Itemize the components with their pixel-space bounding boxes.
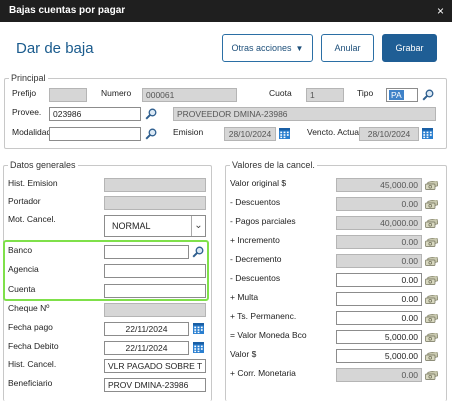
money-icon[interactable] xyxy=(425,352,438,361)
valores-row-field[interactable]: 5,000.00 xyxy=(336,349,422,363)
vencto-field[interactable]: 28/10/2024 xyxy=(359,127,419,141)
emision-field[interactable]: 28/10/2024 xyxy=(224,127,276,141)
cheque-field[interactable] xyxy=(104,303,206,317)
fecha-pago-label: Fecha pago xyxy=(8,322,53,332)
valores-row-label: - Descuentos xyxy=(230,197,281,207)
mot-cancel-select[interactable]: NORMAL ⌄ xyxy=(104,215,206,237)
caret-down-icon: ▼ xyxy=(295,44,304,53)
banco-search-icon[interactable] xyxy=(192,246,204,258)
cuenta-label: Cuenta xyxy=(8,284,36,294)
valores-row-label: + Multa xyxy=(230,292,259,302)
portador-label: Portador xyxy=(8,196,41,206)
beneficiario-label: Beneficiario xyxy=(8,378,53,388)
hist-emision-label: Hist. Emision xyxy=(8,178,58,188)
valores-row-field[interactable]: 40,000.00 xyxy=(336,216,422,230)
tipo-value: PA xyxy=(389,90,404,100)
money-icon[interactable] xyxy=(425,314,438,323)
otras-acciones-button[interactable]: Otras acciones ▼ xyxy=(222,34,313,62)
portador-field[interactable] xyxy=(104,196,206,210)
fecha-debito-calendar-icon[interactable] xyxy=(193,342,204,353)
valores-row-field[interactable]: 0.00 xyxy=(336,368,422,382)
banco-field[interactable] xyxy=(104,245,189,259)
money-icon[interactable] xyxy=(425,200,438,209)
datos-generales-legend: Datos generales xyxy=(8,160,78,170)
money-icon[interactable] xyxy=(425,257,438,266)
money-icon[interactable] xyxy=(425,219,438,228)
modalidad-label: Modalidad xyxy=(12,127,52,137)
hist-cancel-label: Hist. Cancel. xyxy=(8,359,57,369)
money-icon[interactable] xyxy=(425,238,438,247)
valores-row-field[interactable]: 0.00 xyxy=(336,292,422,306)
valores-legend: Valores de la cancel. xyxy=(230,160,317,170)
hist-emision-field[interactable] xyxy=(104,178,206,192)
chevron-down-icon[interactable]: ⌄ xyxy=(191,216,205,236)
money-icon[interactable] xyxy=(425,181,438,190)
valores-row-label: = Valor Moneda Bco xyxy=(230,330,307,340)
grabar-button[interactable]: Grabar xyxy=(382,34,437,62)
cuenta-field[interactable] xyxy=(104,284,206,298)
window-title: Bajas cuentas por pagar xyxy=(9,5,126,16)
tipo-label: Tipo xyxy=(357,88,374,98)
valores-row-field[interactable]: 0.00 xyxy=(336,311,422,325)
vencto-calendar-icon[interactable] xyxy=(422,128,433,139)
anular-button[interactable]: Anular xyxy=(321,34,374,62)
money-icon[interactable] xyxy=(425,371,438,380)
valores-row-field[interactable]: 0.00 xyxy=(336,254,422,268)
money-icon[interactable] xyxy=(425,333,438,342)
valores-row-label: - Pagos parciales xyxy=(230,216,296,226)
close-icon[interactable]: × xyxy=(437,4,444,18)
provee-label: Provee. xyxy=(12,107,42,117)
beneficiario-field[interactable]: PROV DMINA-23986 xyxy=(104,378,206,392)
fecha-pago-field[interactable]: 22/11/2024 xyxy=(104,322,189,336)
agencia-label: Agencia xyxy=(8,264,39,274)
prefijo-label: Prefijo xyxy=(12,88,37,98)
modalidad-search-icon[interactable] xyxy=(145,128,157,140)
valores-row-field[interactable]: 45,000.00 xyxy=(336,178,422,192)
cuota-field[interactable]: 1 xyxy=(306,88,344,102)
modalidad-field[interactable] xyxy=(49,127,141,141)
fecha-debito-field[interactable]: 22/11/2024 xyxy=(104,341,189,355)
cheque-label: Cheque Nº xyxy=(8,303,50,313)
mot-cancel-value: NORMAL xyxy=(112,221,151,231)
vencto-label: Vencto. Actual xyxy=(307,127,361,137)
agencia-field[interactable] xyxy=(104,264,206,278)
provee-name-field: PROVEEDOR DMINA-23986 xyxy=(173,107,436,121)
valores-row-field[interactable]: 5,000.00 xyxy=(336,330,422,344)
hist-cancel-field[interactable]: VLR PAGADO SOBRE T xyxy=(104,359,206,373)
money-icon[interactable] xyxy=(425,276,438,285)
valores-row-label: + Ts. Permanenc. xyxy=(230,311,297,321)
provee-code-field[interactable]: 023986 xyxy=(49,107,141,121)
fecha-pago-calendar-icon[interactable] xyxy=(193,323,204,334)
emision-label: Emision xyxy=(173,127,204,137)
otras-acciones-label: Otras acciones xyxy=(231,43,292,53)
valores-row-field[interactable]: 0.00 xyxy=(336,235,422,249)
tipo-search-icon[interactable] xyxy=(422,89,434,101)
valores-row-label: Valor original $ xyxy=(230,178,287,188)
numero-label: Numero xyxy=(101,88,132,98)
valores-row-label: + Incremento xyxy=(230,235,280,245)
fecha-debito-label: Fecha Debito xyxy=(8,341,59,351)
tipo-field[interactable]: PA xyxy=(386,88,418,102)
valores-row-label: - Descuentos xyxy=(230,273,281,283)
banco-label: Banco xyxy=(8,245,33,255)
emision-calendar-icon[interactable] xyxy=(279,128,290,139)
numero-field[interactable]: 000061 xyxy=(142,88,237,102)
valores-row-label: - Decremento xyxy=(230,254,282,264)
valores-row-field[interactable]: 0.00 xyxy=(336,273,422,287)
prefijo-field[interactable] xyxy=(49,88,87,102)
valores-row-label: Valor $ xyxy=(230,349,257,359)
money-icon[interactable] xyxy=(425,295,438,304)
provee-search-icon[interactable] xyxy=(145,108,157,120)
page-title: Dar de baja xyxy=(16,40,94,57)
principal-legend: Principal xyxy=(9,73,48,83)
window-titlebar: Bajas cuentas por pagar × xyxy=(0,0,452,22)
cuota-label: Cuota xyxy=(269,88,292,98)
mot-cancel-label: Mot. Cancel. xyxy=(8,214,56,224)
valores-row-field[interactable]: 0.00 xyxy=(336,197,422,211)
valores-row-label: + Corr. Monetaria xyxy=(230,368,296,378)
